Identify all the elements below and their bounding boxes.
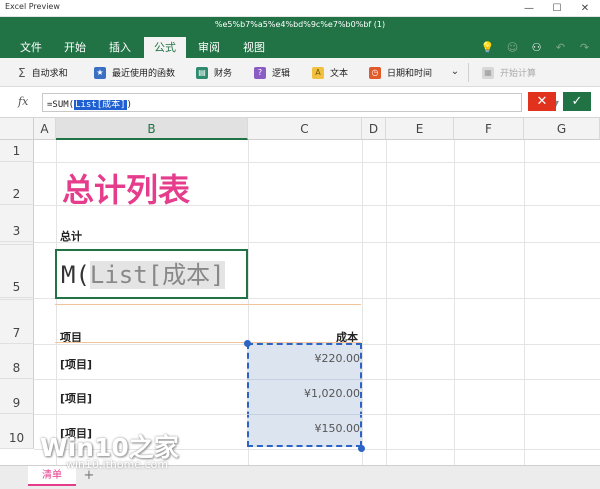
gridline — [362, 140, 363, 465]
selection-handle-top-left[interactable] — [244, 340, 251, 347]
selection-handle-bottom-right[interactable] — [358, 445, 365, 452]
text-button[interactable]: A 文本 — [312, 58, 348, 87]
column-header-c[interactable]: C — [248, 118, 362, 140]
app-title: Excel Preview — [5, 2, 60, 11]
gridline — [386, 140, 387, 465]
column-header-f[interactable]: F — [454, 118, 524, 140]
close-button[interactable]: ✕ — [571, 0, 599, 17]
ribbon-divider — [468, 63, 469, 82]
tab-file[interactable]: 文件 — [12, 37, 50, 58]
text-label: 文本 — [330, 69, 349, 79]
sheet-title: 总计列表 — [62, 171, 191, 209]
gridline — [56, 140, 57, 465]
logical-label: 逻辑 — [272, 69, 291, 79]
tab-view[interactable]: 视图 — [235, 37, 273, 58]
cost-cell[interactable]: ¥150.00 — [250, 422, 361, 435]
financial-button[interactable]: ▤ 财务 — [196, 58, 232, 87]
row-header-5[interactable]: 5 — [0, 245, 34, 298]
autosum-label: 自动求和 — [31, 69, 68, 79]
cell-edit-placeholder: List[成本] — [89, 261, 225, 289]
column-header-g[interactable]: G — [524, 118, 600, 140]
watermark-url: win10.ithome.com — [66, 458, 169, 471]
column-header-d[interactable]: D — [362, 118, 386, 140]
column-header-e[interactable]: E — [386, 118, 454, 140]
item-name-cell[interactable]: [项目] — [60, 356, 92, 372]
table-separator — [55, 304, 361, 305]
chevron-down-icon[interactable]: ⌄ — [449, 66, 461, 78]
formula-text: =SUM(List[成本]) — [47, 97, 132, 110]
select-all-corner[interactable] — [0, 118, 34, 140]
datetime-button[interactable]: ◷ 日期和时间 — [369, 58, 432, 87]
financial-icon: ▤ — [196, 66, 208, 79]
share-icon[interactable]: ⚇ — [529, 40, 544, 55]
formula-ribbon: Σ 自动求和 ★ 最近使用的函数 ▤ 财务 ? 逻辑 A 文本 ◷ 日期和时间 … — [0, 58, 600, 87]
question-icon: ? — [254, 66, 266, 79]
formula-prefix: =SUM( — [47, 100, 75, 110]
title-bar: Excel Preview — ☐ ✕ — [0, 0, 600, 17]
lightbulb-icon[interactable]: 💡 — [480, 40, 495, 55]
row-header-2[interactable]: 2 — [0, 162, 34, 205]
financial-label: 财务 — [214, 69, 233, 79]
column-header-a[interactable]: A — [34, 118, 56, 140]
item-name-cell[interactable]: [项目] — [60, 390, 92, 406]
cell-edit-prefix: M( — [61, 261, 90, 289]
gridline — [247, 414, 362, 415]
formula-input[interactable]: =SUM(List[成本]) ▼ — [42, 93, 559, 112]
row-header-3[interactable]: 3 — [0, 205, 34, 242]
row-header-1[interactable]: 1 — [0, 140, 34, 162]
maximize-button[interactable]: ☐ — [543, 0, 571, 17]
sigma-icon: Σ — [18, 65, 26, 80]
datetime-label: 日期和时间 — [387, 69, 433, 79]
cost-cell[interactable]: ¥220.00 — [250, 352, 361, 365]
formula-highlight: List[成本] — [74, 100, 127, 110]
gridline — [454, 140, 455, 465]
text-icon: A — [312, 66, 324, 79]
calculator-icon: ▦ — [482, 66, 494, 79]
enter-button[interactable]: ✓ — [563, 92, 591, 111]
star-icon: ★ — [94, 66, 106, 79]
ribbon-tab-bar: 文件 开始 插入 公式 审阅 视图 💡 ☺ ⚇ ↶ ↷ — [0, 37, 600, 58]
autosum-button[interactable]: Σ 自动求和 — [18, 58, 68, 87]
spreadsheet-grid[interactable]: A B C D E F G 1 2 3 4 5 6 7 8 9 10 总计列表 … — [0, 118, 600, 465]
tab-home[interactable]: 开始 — [56, 37, 94, 58]
formula-bar: fx =SUM(List[成本]) ▼ ✕ ✓ — [0, 87, 600, 118]
undo-icon[interactable]: ↶ — [553, 40, 568, 55]
cell-edit-text: M(List[成本] — [61, 255, 225, 290]
row-header-8[interactable]: 8 — [0, 344, 34, 379]
gridline — [247, 379, 362, 380]
total-label: 总计 — [60, 230, 82, 243]
row-header-10[interactable]: 10 — [0, 414, 34, 449]
row-header-9[interactable]: 9 — [0, 379, 34, 414]
redo-icon[interactable]: ↷ — [577, 40, 592, 55]
logical-button[interactable]: ? 逻辑 — [254, 58, 290, 87]
smiley-icon[interactable]: ☺ — [505, 40, 520, 55]
minimize-button[interactable]: — — [515, 0, 543, 17]
gridline — [34, 162, 600, 163]
active-edit-cell[interactable]: M(List[成本] — [55, 249, 248, 299]
fx-icon[interactable]: fx — [18, 95, 28, 108]
recent-functions-label: 最近使用的函数 — [112, 69, 176, 79]
calculate-now-label: 开始计算 — [500, 69, 537, 79]
tab-review[interactable]: 审阅 — [190, 37, 228, 58]
file-name-bar: %e5%b7%a5%e4%bd%9c%e7%b0%bf (1) — [0, 17, 600, 37]
tab-formulas[interactable]: 公式 — [144, 37, 186, 58]
watermark: Win10之家 win10.ithome.com — [40, 428, 210, 478]
cancel-button[interactable]: ✕ — [528, 92, 556, 111]
row-header-7[interactable]: 7 — [0, 300, 34, 344]
formula-suffix: ) — [126, 100, 133, 110]
gridline — [524, 140, 525, 465]
column-header-b[interactable]: B — [56, 118, 248, 140]
clock-icon: ◷ — [369, 66, 381, 79]
recent-functions-button[interactable]: ★ 最近使用的函数 — [94, 58, 175, 87]
file-name: %e5%b7%a5%e4%bd%9c%e7%b0%bf (1) — [214, 20, 386, 29]
calculate-now-button[interactable]: ▦ 开始计算 — [482, 58, 536, 87]
cost-cell[interactable]: ¥1,020.00 — [250, 387, 360, 400]
excel-preview-window: { "app": {"title": "Excel Preview", "fil… — [0, 0, 600, 489]
gridline — [34, 242, 600, 243]
tab-insert[interactable]: 插入 — [101, 37, 139, 58]
